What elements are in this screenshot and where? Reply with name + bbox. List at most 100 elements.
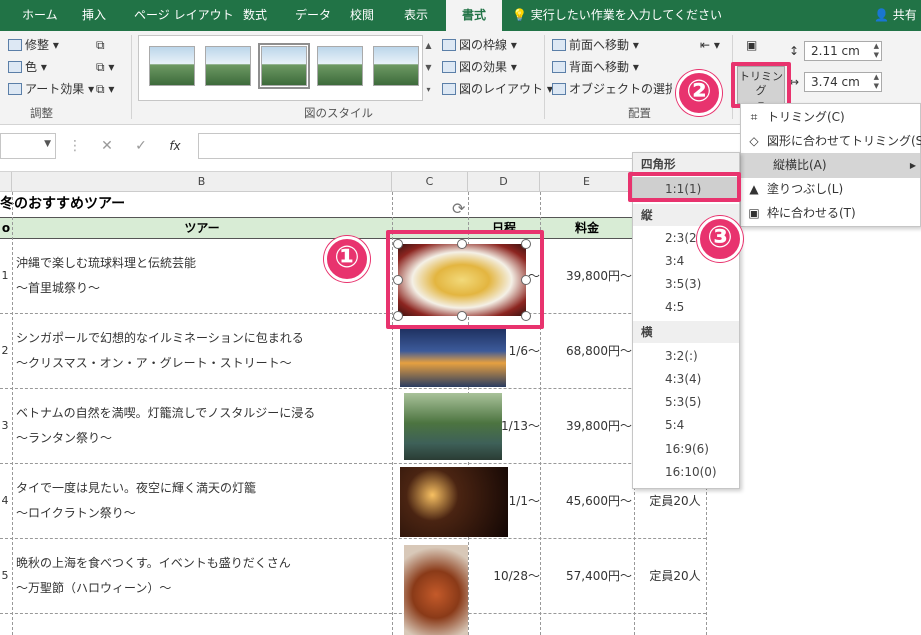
shape-icon: ◇ — [749, 134, 759, 148]
shanghai-photo[interactable] — [404, 545, 468, 635]
aspect-option[interactable]: 16:9(6) — [633, 437, 739, 462]
rotate-icon[interactable]: ⟳ — [452, 199, 465, 218]
compress-icon[interactable]: ⧉ — [96, 35, 105, 55]
width-input[interactable]: 3.74 cm ▲ ▼ — [804, 72, 882, 92]
border-icon — [442, 39, 456, 51]
table-row[interactable]: 4 タイで一度は見たい。夜空に輝く満天の灯籠 ～ロイクラトン祭り～ 1/1～ 4… — [0, 464, 706, 539]
column-header[interactable]: D — [468, 172, 540, 192]
aspect-option[interactable]: 4:3(4) — [633, 367, 739, 392]
ribbon-tab-bar: ホーム 挿入 ページ レイアウト 数式 データ 校閲 表示 書式 💡 実行したい… — [0, 0, 921, 31]
menu-item-crop-to-shape[interactable]: ◇ 図形に合わせてトリミング(S) — [741, 129, 921, 154]
tab-format[interactable]: 書式 — [446, 0, 502, 31]
callout-box-1 — [386, 230, 544, 329]
header-tour[interactable]: ツアー — [12, 218, 392, 238]
enter-icon[interactable]: ✓ — [128, 133, 154, 159]
callout-box-3 — [628, 172, 741, 202]
selection-icon — [552, 83, 566, 95]
aspect-option[interactable]: 4:5 — [633, 295, 739, 320]
table-row[interactable]: 5 晩秋の上海を食べつくす。イベントも盛りだくさん ～万聖節（ハロウィーン）～ … — [0, 539, 706, 614]
height-icon: ↕ — [789, 44, 800, 58]
menu-item-fit[interactable]: ▣ 枠に合わせる(T) — [741, 201, 920, 226]
lightbulb-icon: 💡 — [512, 8, 531, 22]
color-button[interactable]: 色 ▾ — [8, 57, 47, 77]
aspect-option[interactable]: 3:2(:) — [633, 344, 739, 369]
picture-border-button[interactable]: 図の枠線 ▾ — [442, 35, 517, 55]
submenu-header-landscape: 横 — [633, 321, 739, 343]
fill-icon: ▲ — [749, 182, 759, 196]
picture-layout-button[interactable]: 図のレイアウト ▾ — [442, 79, 553, 99]
tab-data[interactable]: データ — [295, 0, 331, 31]
column-header[interactable]: E — [540, 172, 634, 192]
aspect-option[interactable]: 5:3(5) — [633, 390, 739, 415]
sheet-title[interactable]: 冬のおすすめツアー — [0, 192, 390, 216]
reset-picture-icon[interactable]: ⧉ ▾ — [96, 79, 114, 99]
send-backward-icon — [552, 61, 566, 73]
share-button[interactable]: 👤 共有 — [874, 0, 917, 31]
tab-view[interactable]: 表示 — [404, 0, 428, 31]
aspect-option[interactable]: 5:4 — [633, 413, 739, 438]
artistic-icon — [8, 83, 22, 95]
column-header[interactable]: C — [392, 172, 468, 192]
callout-badge-2: ② — [676, 70, 722, 116]
menu-item-aspect-ratio[interactable]: 縦横比(A) ▶ — [741, 153, 920, 178]
callout-badge-1: ① — [324, 236, 370, 282]
grid-line — [12, 192, 13, 635]
group-label-adjust: 調整 — [30, 106, 53, 120]
divider — [131, 35, 132, 119]
cancel-icon[interactable]: ✕ — [94, 133, 120, 159]
header-no[interactable]: o — [0, 218, 12, 238]
style-thumb[interactable] — [317, 46, 363, 86]
aspect-option[interactable]: 3:5(3) — [633, 272, 739, 297]
corrections-button[interactable]: 修整 ▾ — [8, 35, 59, 55]
picture-effects-button[interactable]: 図の効果 ▾ — [442, 57, 517, 77]
tab-home[interactable]: ホーム — [22, 0, 58, 31]
group-label-arrange: 配置 — [628, 106, 651, 120]
sun-icon — [8, 39, 22, 51]
color-icon — [8, 61, 22, 73]
tab-formulas[interactable]: 数式 — [243, 0, 267, 31]
tab-insert[interactable]: 挿入 — [82, 0, 106, 31]
column-header[interactable] — [0, 172, 12, 192]
fit-icon: ▣ — [748, 206, 760, 220]
menu-item-crop[interactable]: ⌗ トリミング(C) — [741, 105, 920, 130]
name-box[interactable]: ▼ — [0, 133, 56, 159]
picture-styles-gallery: ▲ ▼ ▾ — [138, 35, 434, 101]
change-picture-icon[interactable]: ⧉ ▾ — [96, 57, 114, 77]
style-thumb[interactable] — [373, 46, 419, 86]
crop-icon: ⌗ — [750, 110, 758, 124]
effects-icon — [442, 61, 456, 73]
fx-icon[interactable]: fx — [162, 133, 188, 159]
align-icon[interactable]: ⇤ ▾ — [700, 35, 720, 55]
gallery-scroll[interactable]: ▲ ▼ ▾ — [422, 35, 434, 101]
style-thumb[interactable] — [258, 43, 310, 89]
tell-me-box[interactable]: 💡 実行したい作業を入力してください — [512, 0, 722, 31]
aspect-ratio-submenu: 四角形 1:1(1) 縦 2:3(2) 3:4 3:5(3) 4:5 横 3:2… — [632, 152, 740, 489]
dropdown-icon: ▼ — [44, 139, 51, 149]
selection-pane-button[interactable]: オブジェクトの選択と — [552, 79, 672, 99]
table-header-row: o ツアー 日程 料金 — [0, 217, 706, 239]
header-price[interactable]: 料金 — [540, 218, 634, 238]
callout-box-2 — [731, 62, 791, 108]
group-label-styles: 図のスタイル — [304, 106, 373, 120]
table-row[interactable]: 3 ベトナムの自然を満喫。灯籠流しでノスタルジーに浸る ～ランタン祭り～ 1/1… — [0, 389, 706, 464]
vietnam-photo[interactable] — [404, 393, 502, 460]
tab-page-layout[interactable]: ページ レイアウト — [134, 0, 234, 31]
column-header[interactable]: B — [12, 172, 392, 192]
aspect-option[interactable]: 16:10(0) — [633, 460, 739, 485]
callout-badge-3: ③ — [697, 216, 743, 262]
table-row[interactable]: 2 シンガポールで幻想的なイルミネーションに包まれる ～クリスマス・オン・ア・グ… — [0, 314, 706, 389]
menu-item-fill[interactable]: ▲ 塗りつぶし(L) — [741, 177, 920, 202]
more-icon: ⋮ — [68, 138, 82, 154]
artistic-effects-button[interactable]: アート効果 ▾ — [8, 79, 94, 99]
height-input[interactable]: 2.11 cm ▲ ▼ — [804, 41, 882, 61]
bring-forward-icon — [552, 39, 566, 51]
thailand-photo[interactable] — [400, 467, 508, 537]
tab-review[interactable]: 校閲 — [350, 0, 374, 31]
divider — [544, 35, 545, 119]
singapore-photo[interactable] — [400, 327, 506, 387]
bring-forward-button[interactable]: 前面へ移動 ▾ — [552, 35, 639, 55]
send-backward-button[interactable]: 背面へ移動 ▾ — [552, 57, 639, 77]
style-thumb[interactable] — [205, 46, 251, 86]
style-thumb[interactable] — [149, 46, 195, 86]
person-icon: 👤 — [874, 8, 893, 22]
